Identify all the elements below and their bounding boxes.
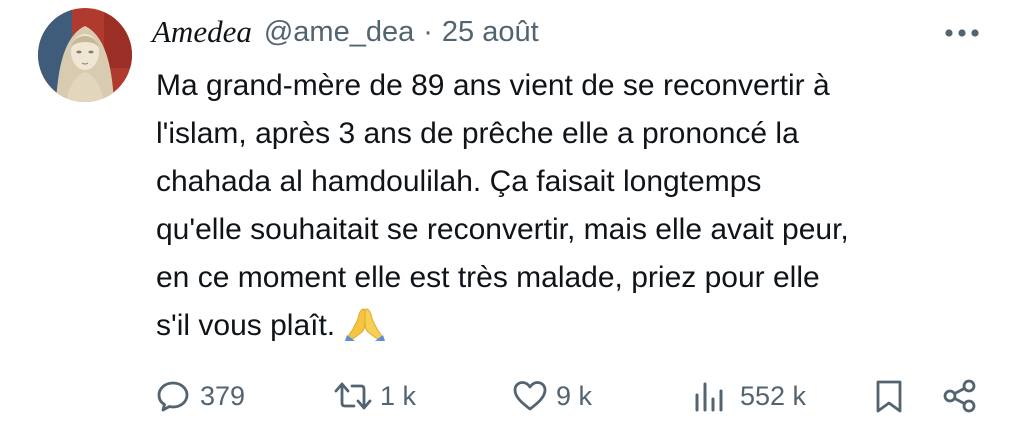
more-dots-icon: [945, 29, 979, 37]
share-icon: [940, 378, 980, 414]
heart-icon: [512, 379, 548, 413]
like-count: 9 k: [556, 380, 593, 411]
bookmark-icon: [872, 378, 906, 414]
reply-bubble-icon: [156, 379, 190, 413]
reply-count: 379: [200, 380, 246, 411]
like-button[interactable]: 9 k: [512, 372, 592, 420]
tweet-text-line: l'islam, après 3 ans de prêche elle a pr…: [156, 117, 799, 150]
praying-hands-icon: [343, 305, 387, 356]
tweet-text: Ma grand-mère de 89 ans vient de se reco…: [156, 62, 1006, 356]
reply-button[interactable]: 379: [156, 372, 245, 420]
tweet-text-line: s'il vous plaît.: [156, 309, 336, 342]
tweet-text-line: en ce moment elle est très malade, priez…: [156, 261, 820, 294]
avatar[interactable]: [38, 8, 132, 102]
views-button[interactable]: 552 k: [692, 372, 806, 420]
display-name[interactable]: Amedea: [152, 14, 252, 50]
views-count: 552 k: [740, 380, 807, 411]
tweet-text-line: Ma grand-mère de 89 ans vient de se reco…: [156, 69, 830, 102]
repost-count: 1 k: [380, 380, 417, 411]
more-options-button[interactable]: [940, 20, 984, 46]
tweet-text-last-line: s'il vous plaît.: [156, 302, 1006, 356]
repost-button[interactable]: 1 k: [332, 372, 416, 420]
user-handle[interactable]: @ame_dea: [264, 16, 414, 49]
avatar-image: [38, 8, 132, 102]
share-button[interactable]: [940, 372, 980, 420]
tweet: Amedea @ame_dea · 25 août Ma grand-mère …: [0, 0, 1024, 448]
tweet-header: Amedea @ame_dea · 25 août: [152, 12, 539, 52]
tweet-text-line: chahada al hamdoulilah. Ça faisait longt…: [156, 165, 762, 198]
tweet-date[interactable]: 25 août: [442, 16, 539, 49]
bookmark-button[interactable]: [872, 372, 906, 420]
separator-dot: ·: [423, 15, 433, 48]
tweet-actions: 379 1 k 9 k 552 k: [0, 372, 1024, 420]
tweet-text-line: qu'elle souhaitait se reconvertir, mais …: [156, 213, 849, 246]
views-bar-icon: [692, 379, 726, 413]
repost-icon: [332, 379, 374, 413]
